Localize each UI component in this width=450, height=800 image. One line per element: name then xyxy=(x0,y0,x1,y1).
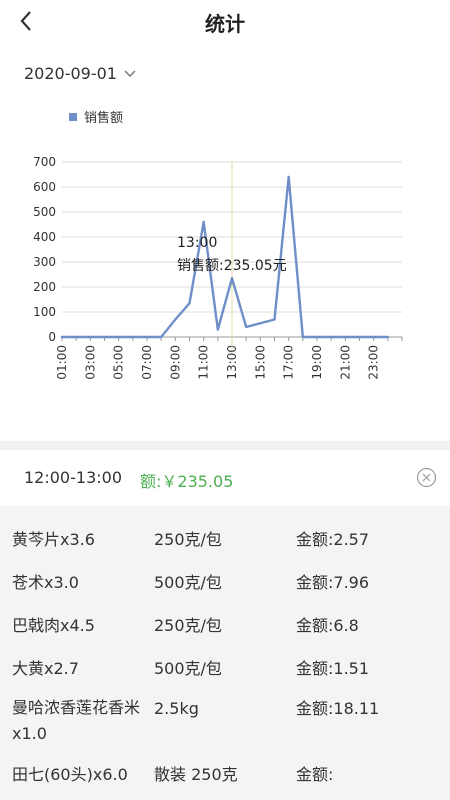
x-tick-label: 19:00 xyxy=(310,345,324,380)
y-tick-label: 0 xyxy=(48,330,56,344)
list-item: 曼哈浓香莲花香米x1.0 2.5kg 金额:18.11 xyxy=(0,677,450,751)
item-spec: 散装 250克 xyxy=(154,765,238,784)
x-tick-label: 21:00 xyxy=(338,345,352,380)
page-title: 统计 xyxy=(205,12,245,36)
data-point xyxy=(372,335,375,339)
data-point xyxy=(145,335,149,339)
range-amount: 额:￥235.05 xyxy=(140,472,234,491)
detail-panel: 12:00-13:00 额:￥235.05 黄芩片x3.6 250克/包 金额:… xyxy=(0,450,450,800)
y-tick-label: 400 xyxy=(33,230,56,244)
item-amount: 金额:18.11 xyxy=(296,699,380,718)
x-tick-label: 17:00 xyxy=(282,345,296,380)
data-point xyxy=(315,335,319,339)
x-tick-label: 13:00 xyxy=(225,345,239,380)
data-point xyxy=(89,335,92,339)
item-name: 曼哈浓香莲花香米x1.0 xyxy=(12,698,141,743)
data-point xyxy=(287,175,290,179)
date-value: 2020-09-01 xyxy=(24,64,117,83)
series-line xyxy=(62,175,388,339)
legend-swatch xyxy=(69,113,77,121)
date-picker[interactable]: 2020-09-01 xyxy=(24,64,137,83)
data-point xyxy=(273,318,276,321)
data-point xyxy=(230,277,234,280)
x-tick-label: 11:00 xyxy=(197,345,211,380)
legend-label: 销售额 xyxy=(84,110,123,126)
x-tick-label: 03:00 xyxy=(83,345,97,380)
y-tick-label: 600 xyxy=(33,180,56,194)
data-point xyxy=(344,335,347,339)
close-icon[interactable] xyxy=(416,467,437,488)
data-point xyxy=(103,335,106,339)
data-point xyxy=(188,302,191,305)
item-amount: 金额: xyxy=(296,765,334,784)
detail-list: 黄芩片x3.6 250克/包 金额:2.57 苍术x3.0 500克/包 金额:… xyxy=(0,506,450,791)
tooltip-value: 销售额:235.05元 xyxy=(177,258,287,274)
data-point xyxy=(131,335,135,339)
y-tick-label: 500 xyxy=(33,205,56,219)
x-tick-label: 23:00 xyxy=(367,345,381,380)
list-item: 黄芩片x3.6 250克/包 金额:2.57 xyxy=(0,506,450,549)
x-tick-label: 09:00 xyxy=(168,345,182,380)
item-name: 田七(60头)x6.0 xyxy=(12,765,128,784)
detail-header: 12:00-13:00 额:￥235.05 xyxy=(0,450,450,506)
y-tick-label: 700 xyxy=(33,155,56,169)
data-point xyxy=(329,335,333,339)
data-point xyxy=(244,325,248,329)
sales-chart[interactable]: 销售额 0 100 200 300 400 500 600 700 01:00 03:00 05:00… xyxy=(0,100,450,430)
list-item: 大黄x2.7 500克/包 金额:1.51 xyxy=(0,635,450,678)
data-point xyxy=(301,335,305,339)
item-spec: 2.5kg xyxy=(154,699,199,718)
chevron-down-icon xyxy=(124,69,136,77)
y-tick-label: 100 xyxy=(33,305,56,319)
data-point xyxy=(202,220,205,224)
chart-svg: 销售额 0 100 200 300 400 500 600 700 01:00 03:00 05:00… xyxy=(33,110,403,380)
data-point xyxy=(174,318,177,321)
data-point xyxy=(386,335,390,339)
list-item: 巴戟肉x4.5 250克/包 金额:6.8 xyxy=(0,592,450,635)
tooltip-time: 13:00 xyxy=(177,235,217,251)
x-tick-label: 15:00 xyxy=(253,345,267,380)
data-point xyxy=(117,335,120,339)
list-item: 苍术x3.0 500克/包 金额:7.96 xyxy=(0,549,450,592)
y-tick-label: 300 xyxy=(33,255,56,269)
data-point xyxy=(74,335,78,339)
x-tick-label: 07:00 xyxy=(140,345,154,380)
data-point xyxy=(259,322,262,325)
top-nav-bar: 统计 xyxy=(0,0,450,44)
list-item: 田七(60头)x6.0 散装 250克 金额: xyxy=(0,751,450,791)
x-tick-label: 05:00 xyxy=(112,345,126,380)
y-tick-label: 200 xyxy=(33,280,56,294)
data-point xyxy=(159,335,163,339)
data-point xyxy=(216,328,220,331)
time-range: 12:00-13:00 xyxy=(24,468,122,487)
data-point xyxy=(358,335,361,339)
x-tick-label: 01:00 xyxy=(55,345,69,380)
data-point xyxy=(60,335,64,339)
